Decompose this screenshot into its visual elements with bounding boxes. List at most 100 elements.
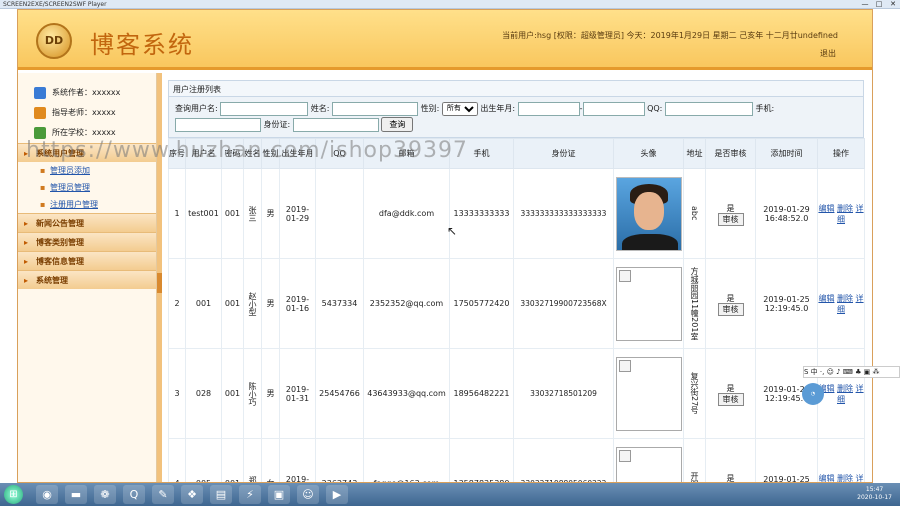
cell-idcard: 330327198805060222 xyxy=(513,438,614,482)
audit-button[interactable]: 审核 xyxy=(717,302,744,316)
cell-no: 4 xyxy=(168,438,186,482)
minimize-button[interactable]: — xyxy=(858,0,872,9)
maximize-button[interactable]: □ xyxy=(872,0,886,9)
taskbar-app-icon[interactable]: ✎ xyxy=(152,485,174,504)
cell-password: 001 xyxy=(221,258,244,349)
cell-username: 005 xyxy=(185,438,222,482)
cell-birth: 2019-01-29 xyxy=(279,168,316,259)
audit-status: 是 xyxy=(726,383,735,393)
taskbar: ⊞ ◉ ▬ ❁ Q ✎ ❖ ▤ ⚡ ▣ ☺ ▶ 15:47 2020-10-17 xyxy=(0,483,900,506)
sidebar-meta-label: 指导老师：xxxxx xyxy=(52,108,116,117)
cell-username: 028 xyxy=(185,348,222,439)
cell-address-wrap: 复兴街27号 xyxy=(683,348,706,439)
gender-select[interactable]: 所有 xyxy=(441,101,478,116)
birth-start-input[interactable] xyxy=(517,101,580,116)
school-icon xyxy=(34,126,46,139)
user-info: 当前用户:hsg [权限：超级管理员] 今天：2019年1月29日 星期二 己亥… xyxy=(502,31,838,40)
edit-link[interactable]: 编辑 xyxy=(818,474,834,483)
cell-qq: 2362743 xyxy=(315,438,364,482)
cell-time: 2019-01-25 12:19:45.0 xyxy=(755,438,818,482)
audit-button[interactable]: 审核 xyxy=(717,392,744,406)
cell-password: 001 xyxy=(221,168,244,259)
idcard-input[interactable] xyxy=(292,117,379,132)
gender-label: 性别: xyxy=(420,104,440,113)
cell-idcard: 333333333333333333 xyxy=(513,168,614,259)
clock-date: 2020-10-17 xyxy=(857,494,892,501)
taskbar-app-icon[interactable]: ☺ xyxy=(297,485,319,504)
cell-gender: 男 xyxy=(261,258,280,349)
logout-link[interactable]: 退出 xyxy=(820,48,836,59)
cell-name: 张三 xyxy=(248,205,257,222)
cell-audit: 是审核 xyxy=(705,168,756,259)
cell-qq xyxy=(315,168,364,259)
collapse-handle[interactable] xyxy=(157,273,162,293)
edit-link[interactable]: 编辑 xyxy=(818,204,834,213)
audit-button[interactable]: 审核 xyxy=(717,212,744,226)
avatar-photo xyxy=(615,176,682,251)
query-button[interactable]: 查询 xyxy=(381,117,414,132)
taskbar-app-icon[interactable]: Q xyxy=(123,485,145,504)
cell-no: 3 xyxy=(168,348,186,439)
cell-actions: 编辑 删除 详细 xyxy=(817,348,865,439)
cell-gender: 男 xyxy=(261,348,280,439)
cell-phone: 17505772420 xyxy=(449,258,514,349)
teacher-icon xyxy=(34,106,46,119)
taskbar-app-icon[interactable]: ▣ xyxy=(268,485,290,504)
edit-link[interactable]: 编辑 xyxy=(818,294,834,303)
cell-password: 001 xyxy=(221,438,244,482)
ime-toolbar[interactable]: S 中 ·, ☺ ♪ ⌨ ♣ ▣ ⁂ xyxy=(803,366,900,378)
floating-assistant-icon[interactable]: ◔ xyxy=(802,383,824,405)
delete-link[interactable]: 删除 xyxy=(837,384,853,393)
birth-end-input[interactable] xyxy=(582,101,645,116)
brand-title: 博客系统 xyxy=(90,31,194,59)
sidebar-splitter[interactable] xyxy=(157,73,162,482)
delete-link[interactable]: 删除 xyxy=(837,204,853,213)
cell-username: test001 xyxy=(185,168,222,259)
taskbar-app-icon[interactable]: ⚡ xyxy=(239,485,261,504)
delete-link[interactable]: 删除 xyxy=(837,294,853,303)
delete-link[interactable]: 删除 xyxy=(837,474,853,483)
menu-section[interactable]: 新闻公告管理 xyxy=(18,213,156,233)
cell-audit: 是审核 xyxy=(705,258,756,349)
cell-email: 2352352@qq.com xyxy=(363,258,450,349)
cell-username: 001 xyxy=(185,258,222,349)
username-label: 查询用户名: xyxy=(175,104,218,113)
menu-item[interactable]: 注册用户管理 xyxy=(18,196,156,213)
menu-item[interactable]: 管理员管理 xyxy=(18,179,156,196)
taskbar-app-icon[interactable]: ◉ xyxy=(36,485,58,504)
audit-status: 是 xyxy=(726,293,735,303)
name-label: 姓名: xyxy=(310,104,330,113)
name-input[interactable] xyxy=(332,101,419,116)
cell-name-wrap: 郑亚 xyxy=(243,438,262,482)
start-button[interactable]: ⊞ xyxy=(4,485,23,504)
cell-qq: 25454766 xyxy=(315,348,364,439)
cell-name: 陈小巧 xyxy=(248,381,257,406)
cell-actions: 编辑 删除 详细 xyxy=(817,168,865,259)
table-row: 2 001 001 赵小型男 2019-01-16 5437334 2352352@qq.c… xyxy=(168,258,865,349)
menu-section[interactable]: 博客信息管理 xyxy=(18,251,156,271)
cell-avatar xyxy=(613,348,684,439)
menu-section[interactable]: 系统管理 xyxy=(18,270,156,290)
avatar-body xyxy=(621,233,678,250)
close-button[interactable]: ✕ xyxy=(886,0,900,9)
user-table: 序号 用户名 密码 姓名 性别 出生年月 QQ 邮箱 手机 身份证 头像 地址 是否审核 添加时间 操作 1… xyxy=(168,138,865,483)
taskbar-app-icon[interactable]: ▤ xyxy=(210,485,232,504)
audit-status: 是 xyxy=(726,203,735,213)
menu-item[interactable]: 管理员添加 xyxy=(18,162,156,179)
qq-input[interactable] xyxy=(664,101,753,116)
taskbar-app-icon[interactable]: ❖ xyxy=(181,485,203,504)
cell-birth: 2019-01-16 xyxy=(279,438,316,482)
taskbar-app-icon[interactable]: ❁ xyxy=(94,485,116,504)
cell-address-wrap: abc xyxy=(683,168,706,259)
username-input[interactable] xyxy=(220,101,309,116)
broken-image-icon xyxy=(615,266,682,341)
column-header: 身份证 xyxy=(513,138,614,169)
taskbar-app-icon[interactable]: ▬ xyxy=(65,485,87,504)
app-frame: DD 博客系统 当前用户:hsg [权限：超级管理员] 今天：2019年1月29… xyxy=(17,9,873,483)
column-header: 头像 xyxy=(613,138,684,169)
menu-section[interactable]: 博客类别管理 xyxy=(18,232,156,252)
phone-input[interactable] xyxy=(175,117,261,132)
search-form: 查询用户名: 姓名: 性别: 所有 出生年月: - QQ: 手机: 身份证: 查… xyxy=(168,97,864,138)
sidebar-meta-label: 所在学校：xxxxx xyxy=(52,128,116,137)
taskbar-app-icon[interactable]: ▶ xyxy=(326,485,348,504)
